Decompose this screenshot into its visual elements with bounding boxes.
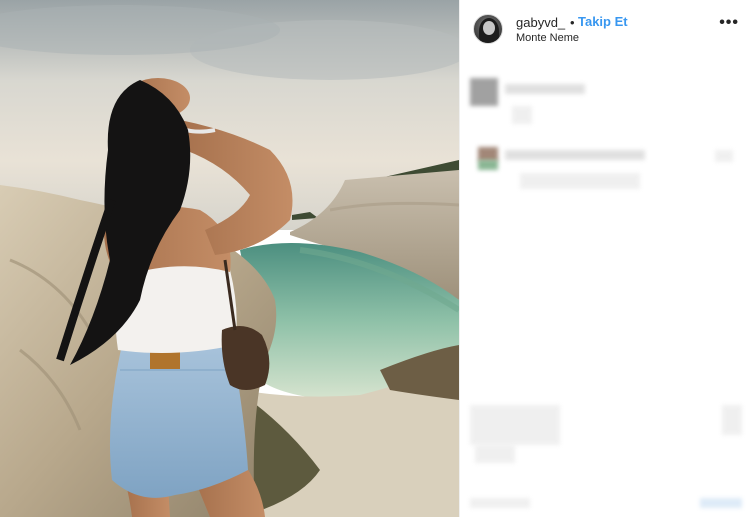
blurred-text <box>520 173 640 189</box>
avatar[interactable] <box>473 14 503 44</box>
post-photo[interactable] <box>0 0 459 517</box>
post-photo-image <box>0 0 459 517</box>
post-header: gabyvd_ • Takip Et Monte Neme ••• <box>460 0 750 60</box>
blurred-bookmark-icon <box>722 405 742 435</box>
blurred-likes <box>475 445 515 463</box>
more-options-icon[interactable]: ••• <box>719 14 739 32</box>
location-link[interactable]: Monte Neme <box>516 32 579 44</box>
blurred-avatar <box>478 160 498 170</box>
blurred-avatar <box>478 147 498 161</box>
blurred-text <box>505 84 585 94</box>
blurred-text <box>505 150 645 160</box>
blurred-text <box>512 106 532 124</box>
post-side-panel: gabyvd_ • Takip Et Monte Neme ••• <box>459 0 750 517</box>
blurred-comment-input <box>470 498 530 508</box>
follow-button[interactable]: Takip Et <box>578 14 628 29</box>
username-link[interactable]: gabyvd_ <box>516 15 565 30</box>
instagram-post: gabyvd_ • Takip Et Monte Neme ••• <box>0 0 750 517</box>
separator-dot: • <box>570 15 575 30</box>
blurred-icon <box>715 150 733 162</box>
blurred-actions <box>470 405 560 445</box>
blurred-avatar <box>470 78 498 106</box>
blurred-post-button <box>700 498 742 508</box>
